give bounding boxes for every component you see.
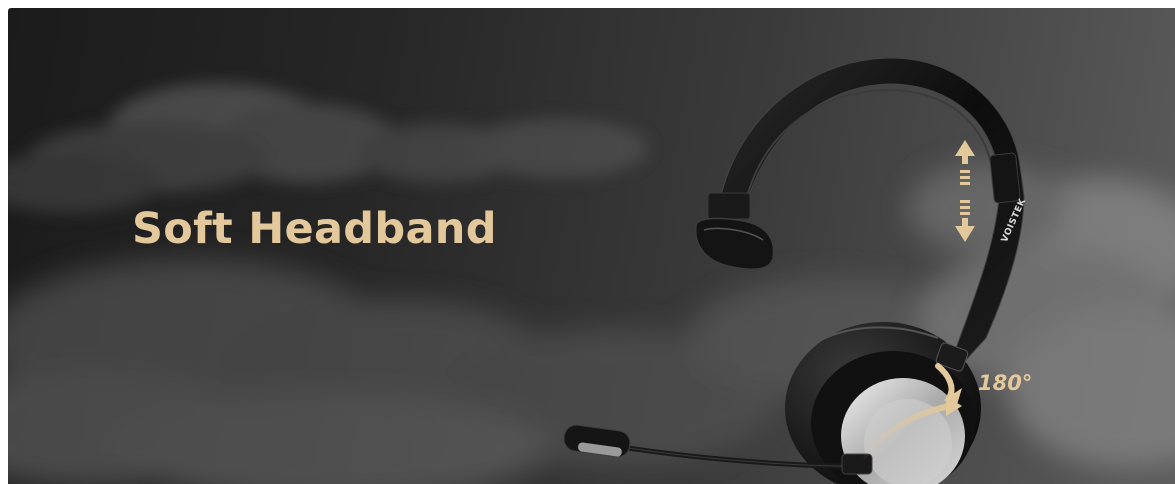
- headset-image: [563, 57, 1025, 484]
- rotation-label: 180°: [978, 371, 1033, 395]
- rotation-arrow-icon: [859, 363, 962, 461]
- adjust-arrows-icon: [955, 140, 975, 242]
- product-banner: Soft Headband 180° VOISTEK: [8, 8, 1175, 484]
